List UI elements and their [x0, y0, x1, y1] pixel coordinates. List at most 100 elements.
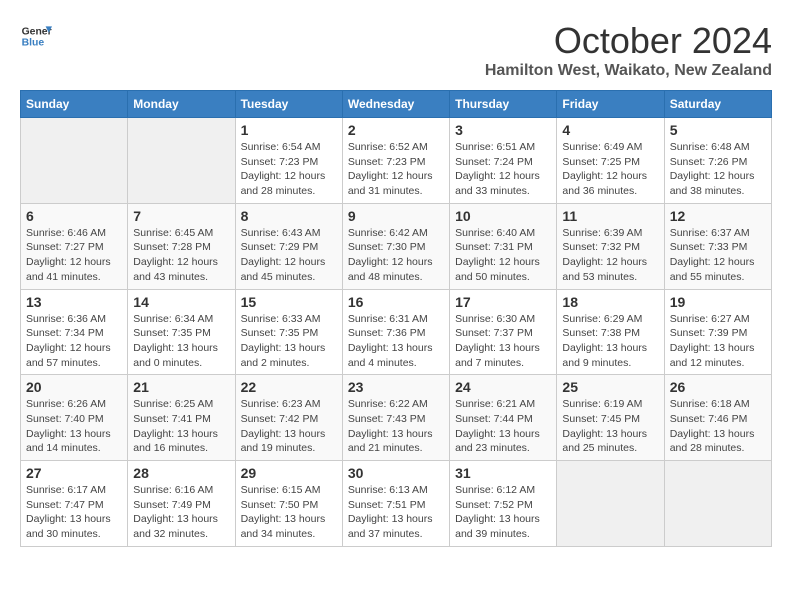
day-number: 22: [241, 379, 337, 395]
day-number: 13: [26, 294, 122, 310]
calendar-cell: [128, 118, 235, 204]
day-number: 10: [455, 208, 551, 224]
day-info: Sunrise: 6:30 AMSunset: 7:37 PMDaylight:…: [455, 312, 551, 371]
logo-icon: General Blue: [20, 20, 52, 52]
day-info: Sunrise: 6:26 AMSunset: 7:40 PMDaylight:…: [26, 397, 122, 456]
calendar-cell: 22 Sunrise: 6:23 AMSunset: 7:42 PMDayligh…: [235, 375, 342, 461]
day-info: Sunrise: 6:23 AMSunset: 7:42 PMDaylight:…: [241, 397, 337, 456]
day-number: 26: [670, 379, 766, 395]
day-number: 30: [348, 465, 444, 481]
day-number: 2: [348, 122, 444, 138]
day-number: 16: [348, 294, 444, 310]
day-info: Sunrise: 6:34 AMSunset: 7:35 PMDaylight:…: [133, 312, 229, 371]
calendar-cell: 15Sunrise: 6:33 AMSunset: 7:35 PMDayligh…: [235, 289, 342, 375]
day-number: 4: [562, 122, 658, 138]
calendar-week-row: 20 Sunrise: 6:26 AMSunset: 7:40 PMDayligh…: [21, 375, 772, 461]
calendar-cell: 19Sunrise: 6:27 AMSunset: 7:39 PMDayligh…: [664, 289, 771, 375]
day-info: Sunrise: 6:22 AMSunset: 7:43 PMDaylight:…: [348, 397, 444, 456]
day-info: Sunrise: 6:29 AMSunset: 7:38 PMDaylight:…: [562, 312, 658, 371]
day-number: 21: [133, 379, 229, 395]
weekday-header: Wednesday: [342, 91, 449, 118]
day-info: Sunrise: 6:54 AMSunset: 7:23 PMDaylight:…: [241, 140, 337, 199]
calendar-cell: 5 Sunrise: 6:48 AMSunset: 7:26 PMDaylight…: [664, 118, 771, 204]
day-number: 8: [241, 208, 337, 224]
day-number: 12: [670, 208, 766, 224]
day-number: 27: [26, 465, 122, 481]
day-info: Sunrise: 6:37 AMSunset: 7:33 PMDaylight:…: [670, 226, 766, 285]
calendar-cell: 23 Sunrise: 6:22 AMSunset: 7:43 PMDayligh…: [342, 375, 449, 461]
day-number: 11: [562, 208, 658, 224]
day-info: Sunrise: 6:46 AMSunset: 7:27 PMDaylight:…: [26, 226, 122, 285]
day-number: 7: [133, 208, 229, 224]
weekday-header: Saturday: [664, 91, 771, 118]
day-info: Sunrise: 6:12 AMSunset: 7:52 PMDaylight:…: [455, 483, 551, 542]
calendar-cell: 14 Sunrise: 6:34 AMSunset: 7:35 PMDayligh…: [128, 289, 235, 375]
day-number: 28: [133, 465, 229, 481]
calendar-cell: 2Sunrise: 6:52 AMSunset: 7:23 PMDaylight…: [342, 118, 449, 204]
day-info: Sunrise: 6:15 AMSunset: 7:50 PMDaylight:…: [241, 483, 337, 542]
calendar-cell: 13 Sunrise: 6:36 AMSunset: 7:34 PMDayligh…: [21, 289, 128, 375]
calendar-cell: 29 Sunrise: 6:15 AMSunset: 7:50 PMDayligh…: [235, 461, 342, 547]
day-info: Sunrise: 6:43 AMSunset: 7:29 PMDaylight:…: [241, 226, 337, 285]
calendar-cell: [21, 118, 128, 204]
calendar-cell: 24 Sunrise: 6:21 AMSunset: 7:44 PMDayligh…: [450, 375, 557, 461]
day-info: Sunrise: 6:21 AMSunset: 7:44 PMDaylight:…: [455, 397, 551, 456]
day-number: 23: [348, 379, 444, 395]
calendar-week-row: 1 Sunrise: 6:54 AMSunset: 7:23 PMDaylight…: [21, 118, 772, 204]
day-info: Sunrise: 6:36 AMSunset: 7:34 PMDaylight:…: [26, 312, 122, 371]
calendar-cell: 10 Sunrise: 6:40 AMSunset: 7:31 PMDayligh…: [450, 203, 557, 289]
weekday-header: Tuesday: [235, 91, 342, 118]
day-number: 15: [241, 294, 337, 310]
calendar-cell: 18 Sunrise: 6:29 AMSunset: 7:38 PMDayligh…: [557, 289, 664, 375]
day-number: 20: [26, 379, 122, 395]
day-number: 25: [562, 379, 658, 395]
day-number: 17: [455, 294, 551, 310]
calendar-cell: 27Sunrise: 6:17 AMSunset: 7:47 PMDayligh…: [21, 461, 128, 547]
calendar-header-row: SundayMondayTuesdayWednesdayThursdayFrid…: [21, 91, 772, 118]
day-info: Sunrise: 6:16 AMSunset: 7:49 PMDaylight:…: [133, 483, 229, 542]
calendar-cell: 7 Sunrise: 6:45 AMSunset: 7:28 PMDaylight…: [128, 203, 235, 289]
calendar-cell: 6 Sunrise: 6:46 AMSunset: 7:27 PMDaylight…: [21, 203, 128, 289]
day-info: Sunrise: 6:45 AMSunset: 7:28 PMDaylight:…: [133, 226, 229, 285]
calendar-cell: 12 Sunrise: 6:37 AMSunset: 7:33 PMDayligh…: [664, 203, 771, 289]
day-number: 5: [670, 122, 766, 138]
day-info: Sunrise: 6:49 AMSunset: 7:25 PMDaylight:…: [562, 140, 658, 199]
day-number: 9: [348, 208, 444, 224]
day-number: 6: [26, 208, 122, 224]
day-number: 24: [455, 379, 551, 395]
day-info: Sunrise: 6:18 AMSunset: 7:46 PMDaylight:…: [670, 397, 766, 456]
calendar-week-row: 27Sunrise: 6:17 AMSunset: 7:47 PMDayligh…: [21, 461, 772, 547]
weekday-header: Thursday: [450, 91, 557, 118]
title-section: October 2024 Hamilton West, Waikato, New…: [485, 20, 772, 80]
calendar-cell: 26 Sunrise: 6:18 AMSunset: 7:46 PMDayligh…: [664, 375, 771, 461]
calendar-cell: [557, 461, 664, 547]
day-info: Sunrise: 6:40 AMSunset: 7:31 PMDaylight:…: [455, 226, 551, 285]
day-info: Sunrise: 6:48 AMSunset: 7:26 PMDaylight:…: [670, 140, 766, 199]
calendar-cell: [664, 461, 771, 547]
day-info: Sunrise: 6:39 AMSunset: 7:32 PMDaylight:…: [562, 226, 658, 285]
calendar-cell: 30 Sunrise: 6:13 AMSunset: 7:51 PMDayligh…: [342, 461, 449, 547]
weekday-header: Monday: [128, 91, 235, 118]
calendar-week-row: 6 Sunrise: 6:46 AMSunset: 7:27 PMDaylight…: [21, 203, 772, 289]
day-info: Sunrise: 6:31 AMSunset: 7:36 PMDaylight:…: [348, 312, 444, 371]
weekday-header: Friday: [557, 91, 664, 118]
day-info: Sunrise: 6:19 AMSunset: 7:45 PMDaylight:…: [562, 397, 658, 456]
day-number: 29: [241, 465, 337, 481]
day-number: 14: [133, 294, 229, 310]
calendar-cell: 31Sunrise: 6:12 AMSunset: 7:52 PMDayligh…: [450, 461, 557, 547]
calendar-cell: 21 Sunrise: 6:25 AMSunset: 7:41 PMDayligh…: [128, 375, 235, 461]
calendar-table: SundayMondayTuesdayWednesdayThursdayFrid…: [20, 90, 772, 547]
day-info: Sunrise: 6:13 AMSunset: 7:51 PMDaylight:…: [348, 483, 444, 542]
calendar-cell: 3Sunrise: 6:51 AMSunset: 7:24 PMDaylight…: [450, 118, 557, 204]
calendar-cell: 17 Sunrise: 6:30 AMSunset: 7:37 PMDayligh…: [450, 289, 557, 375]
calendar-cell: 25 Sunrise: 6:19 AMSunset: 7:45 PMDayligh…: [557, 375, 664, 461]
day-number: 18: [562, 294, 658, 310]
day-number: 19: [670, 294, 766, 310]
page-header: General Blue October 2024 Hamilton West,…: [20, 20, 772, 80]
day-info: Sunrise: 6:51 AMSunset: 7:24 PMDaylight:…: [455, 140, 551, 199]
weekday-header: Sunday: [21, 91, 128, 118]
day-number: 1: [241, 122, 337, 138]
svg-text:Blue: Blue: [22, 38, 45, 49]
day-info: Sunrise: 6:25 AMSunset: 7:41 PMDaylight:…: [133, 397, 229, 456]
calendar-cell: 9Sunrise: 6:42 AMSunset: 7:30 PMDaylight…: [342, 203, 449, 289]
